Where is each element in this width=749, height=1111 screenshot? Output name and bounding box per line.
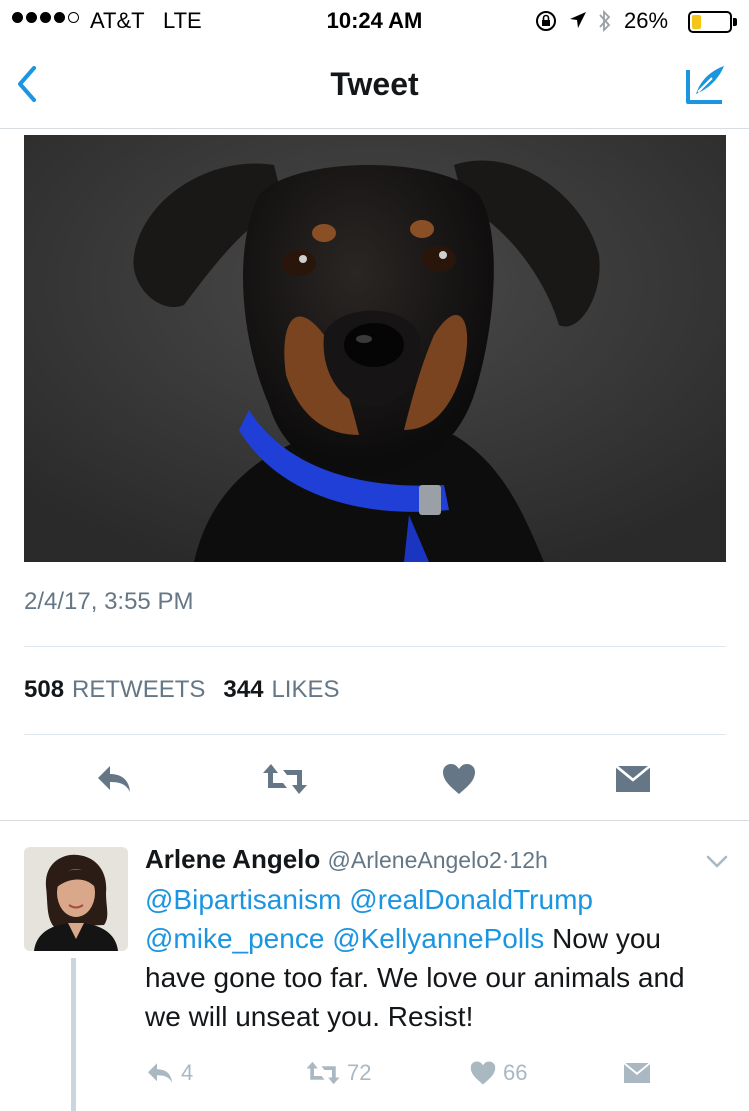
- reply-retweet-count: 72: [347, 1060, 372, 1085]
- reply-retweet-button[interactable]: 72: [305, 1055, 371, 1091]
- bluetooth-icon: [599, 9, 611, 33]
- retweet-icon: [306, 1061, 340, 1085]
- envelope-icon: [615, 765, 651, 792]
- divider: [24, 646, 726, 647]
- reply-icon: [98, 766, 130, 792]
- reply-reply-button[interactable]: 4: [145, 1055, 193, 1091]
- location-arrow-icon: [570, 12, 586, 28]
- tweet-timestamp: 2/4/17, 3:55 PM: [24, 588, 194, 615]
- page-title: Tweet: [330, 66, 419, 102]
- reply-action-bar: 4 72 66: [0, 1055, 749, 1091]
- battery-icon: [688, 11, 737, 33]
- heart-icon: [470, 1061, 496, 1085]
- reply-age: 12h: [509, 847, 548, 873]
- reply-dm-button[interactable]: [622, 1055, 652, 1091]
- envelope-icon: [623, 1062, 651, 1083]
- reply-author-name[interactable]: Arlene Angelo: [145, 844, 320, 874]
- reply-header: Arlene Angelo @ArleneAngelo2·12h: [145, 844, 548, 875]
- chevron-down-icon: [706, 855, 728, 868]
- section-divider: [0, 820, 749, 821]
- divider: [24, 734, 726, 735]
- retweet-button[interactable]: [261, 755, 309, 803]
- retweet-icon: [263, 764, 307, 794]
- reply-author-handle[interactable]: @ArleneAngelo2: [328, 847, 502, 873]
- mention-link[interactable]: @KellyannePolls: [332, 923, 544, 954]
- like-count: 344: [223, 676, 264, 703]
- compose-tweet-button[interactable]: [682, 62, 728, 108]
- avatar[interactable]: [24, 847, 128, 951]
- mention-link[interactable]: @Bipartisanism: [145, 884, 341, 915]
- heart-icon: [443, 764, 475, 794]
- likes-label[interactable]: LIKES: [271, 676, 339, 704]
- reply-button[interactable]: [90, 755, 138, 803]
- rotation-lock-icon: [536, 11, 556, 31]
- battery-percent: 26%: [624, 8, 669, 33]
- reply-like-count: 66: [503, 1060, 528, 1085]
- puppy-photo-image: [24, 135, 726, 562]
- compose-feather-icon: [686, 66, 724, 104]
- tweet-photo[interactable]: [24, 135, 726, 562]
- user-avatar-image: [24, 847, 128, 951]
- retweet-count: 508: [24, 676, 65, 703]
- navigation-bar: Tweet: [0, 44, 749, 129]
- reply-reply-count: 4: [181, 1060, 194, 1085]
- mention-link[interactable]: @mike_pence: [145, 923, 324, 954]
- tweet-options-button[interactable]: [704, 848, 730, 874]
- tweet-stats: 508 RETWEETS 344 LIKES: [24, 676, 349, 704]
- reply-like-button[interactable]: 66: [469, 1055, 527, 1091]
- like-button[interactable]: [435, 755, 483, 803]
- tweet-action-bar: [0, 755, 749, 805]
- reply-text: @Bipartisanism @realDonaldTrump @mike_pe…: [145, 880, 725, 1036]
- mention-link[interactable]: @realDonaldTrump: [349, 884, 593, 915]
- retweets-label[interactable]: RETWEETS: [72, 676, 205, 704]
- reply-icon: [148, 1063, 172, 1083]
- status-bar: AT&T LTE 10:24 AM 26%: [0, 0, 749, 40]
- direct-message-button[interactable]: [609, 755, 657, 803]
